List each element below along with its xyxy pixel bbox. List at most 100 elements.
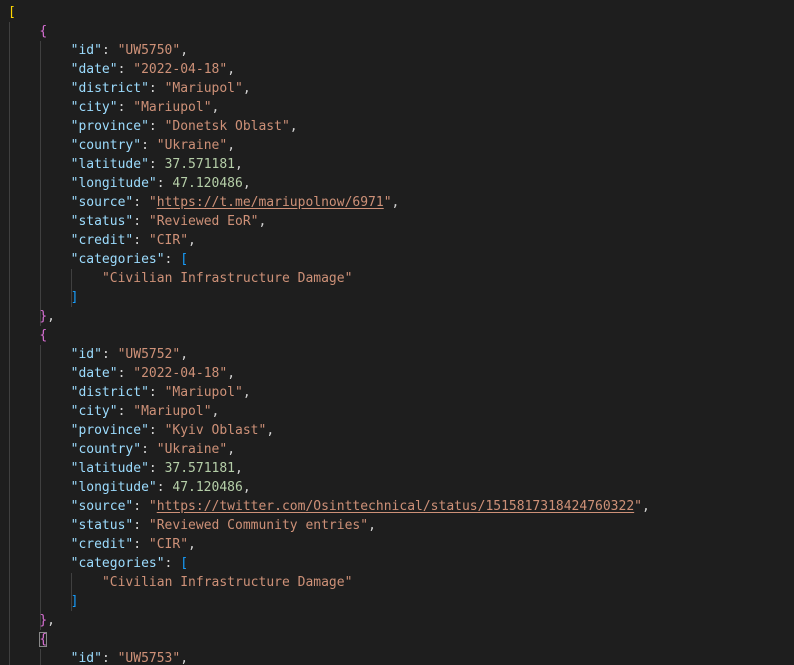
city-value: Mariupol xyxy=(141,100,204,115)
quote: " xyxy=(148,499,157,514)
quote: " xyxy=(360,518,369,533)
code-line[interactable]: "source": "https://twitter.com/Osinttech… xyxy=(71,497,650,516)
json-key: "categories" xyxy=(70,556,165,571)
code-line[interactable]: { xyxy=(39,630,48,649)
colon: : xyxy=(148,81,165,96)
quote: " xyxy=(156,442,165,457)
json-key: "province" xyxy=(70,423,149,438)
colon: : xyxy=(101,651,118,665)
quote: " xyxy=(148,233,157,248)
code-line[interactable]: "status": "Reviewed EoR", xyxy=(71,212,267,231)
colon: : xyxy=(117,100,134,115)
quote: " xyxy=(235,385,243,400)
json-key: "country" xyxy=(70,138,142,153)
code-line[interactable]: "latitude": 37.571181, xyxy=(71,459,243,478)
code-line[interactable]: "credit": "CIR", xyxy=(71,535,196,554)
district-value: Mariupol xyxy=(172,385,236,400)
comma: , xyxy=(211,404,220,419)
code-line[interactable]: "credit": "CIR", xyxy=(71,231,196,250)
comma: , xyxy=(211,100,220,115)
credit-value: CIR xyxy=(156,537,181,552)
code-line[interactable]: "district": "Mariupol", xyxy=(71,79,251,98)
status-value: Reviewed EoR xyxy=(156,214,251,229)
category-value: Civilian Infrastructure Damage xyxy=(109,575,345,590)
colon: : xyxy=(133,518,149,533)
colon: : xyxy=(133,214,149,229)
code-line[interactable]: }, xyxy=(39,611,55,630)
indent-guide xyxy=(40,345,42,630)
json-key: "city" xyxy=(70,404,118,419)
quote: " xyxy=(203,404,212,419)
code-line[interactable]: "country": "Ukraine", xyxy=(71,136,235,155)
district-value: Mariupol xyxy=(172,81,236,96)
quote: " xyxy=(101,271,110,286)
json-key: "district" xyxy=(70,81,149,96)
code-line[interactable]: [ xyxy=(8,3,16,22)
json-key: "date" xyxy=(70,366,118,381)
code-line[interactable]: "Civilian Infrastructure Damage" xyxy=(102,269,352,288)
comma: , xyxy=(180,347,189,362)
code-line[interactable]: "country": "Ukraine", xyxy=(71,440,235,459)
json-key: "id" xyxy=(70,347,102,362)
code-line[interactable]: "city": "Mariupol", xyxy=(71,98,220,117)
id-value: UW5752 xyxy=(125,347,173,362)
code-line[interactable]: "district": "Mariupol", xyxy=(71,383,251,402)
code-line[interactable]: "longitude": 47.120486, xyxy=(71,174,251,193)
code-line[interactable]: "latitude": 37.571181, xyxy=(71,155,243,174)
quote: " xyxy=(281,119,290,134)
comma: , xyxy=(180,651,189,665)
colon: : xyxy=(148,119,165,134)
colon: : xyxy=(156,176,173,191)
source-value[interactable]: https://twitter.com/Osinttechnical/statu… xyxy=(157,499,634,514)
code-line[interactable]: "Civilian Infrastructure Damage" xyxy=(102,573,352,592)
code-line[interactable]: "id": "UW5753", xyxy=(71,649,188,665)
json-key: "source" xyxy=(70,195,134,210)
code-line[interactable]: "province": "Donetsk Oblast", xyxy=(71,117,298,136)
categories-close-bracket: ] xyxy=(70,290,79,305)
code-line[interactable]: "city": "Mariupol", xyxy=(71,402,220,421)
comma: , xyxy=(391,195,400,210)
code-line[interactable]: ] xyxy=(71,592,79,611)
province-value: Donetsk Oblast xyxy=(172,119,282,134)
code-line[interactable]: "categories": [ xyxy=(71,250,188,269)
code-line[interactable]: "categories": [ xyxy=(71,554,188,573)
province-value: Kyiv Oblast xyxy=(172,423,259,438)
comma: , xyxy=(235,461,243,476)
code-editor[interactable]: [{"id": "UW5750", "date": "2022-04-18", "d… xyxy=(0,0,794,665)
longitude-value: 47.120486 xyxy=(172,480,243,495)
json-key: "source" xyxy=(70,499,134,514)
code-line[interactable]: "date": "2022-04-18", xyxy=(71,364,235,383)
longitude-value: 47.120486 xyxy=(172,176,243,191)
comma: , xyxy=(188,537,196,552)
quote: " xyxy=(219,138,228,153)
code-line[interactable]: "status": "Reviewed Community entries", xyxy=(71,516,376,535)
latitude-value: 37.571181 xyxy=(164,461,236,476)
comma: , xyxy=(242,385,251,400)
colon: : xyxy=(148,423,165,438)
code-line[interactable]: "source": "https://t.me/mariupolnow/6971… xyxy=(71,193,400,212)
quote: " xyxy=(634,499,642,514)
json-key: "district" xyxy=(70,385,149,400)
json-key: "status" xyxy=(70,214,134,229)
code-line[interactable]: ] xyxy=(71,288,79,307)
quote: " xyxy=(235,81,243,96)
code-line[interactable]: "province": "Kyiv Oblast", xyxy=(71,421,275,440)
comma: , xyxy=(242,81,251,96)
comma: , xyxy=(235,157,243,172)
quote: " xyxy=(133,404,142,419)
code-line[interactable]: "date": "2022-04-18", xyxy=(71,60,235,79)
id-value: UW5750 xyxy=(125,43,173,58)
comma: , xyxy=(227,62,236,77)
comma: , xyxy=(227,442,236,457)
code-line[interactable]: }, xyxy=(39,307,55,326)
source-value[interactable]: https://t.me/mariupolnow/6971 xyxy=(157,195,384,210)
date-value: 2022-04-18 xyxy=(141,366,220,381)
object-open-brace: { xyxy=(39,24,48,39)
comma: , xyxy=(188,233,196,248)
code-line[interactable]: { xyxy=(39,326,47,345)
code-line[interactable]: { xyxy=(39,22,47,41)
code-line[interactable]: "id": "UW5752", xyxy=(71,345,188,364)
json-key: "status" xyxy=(70,518,134,533)
code-line[interactable]: "id": "UW5750", xyxy=(71,41,188,60)
code-line[interactable]: "longitude": 47.120486, xyxy=(71,478,251,497)
